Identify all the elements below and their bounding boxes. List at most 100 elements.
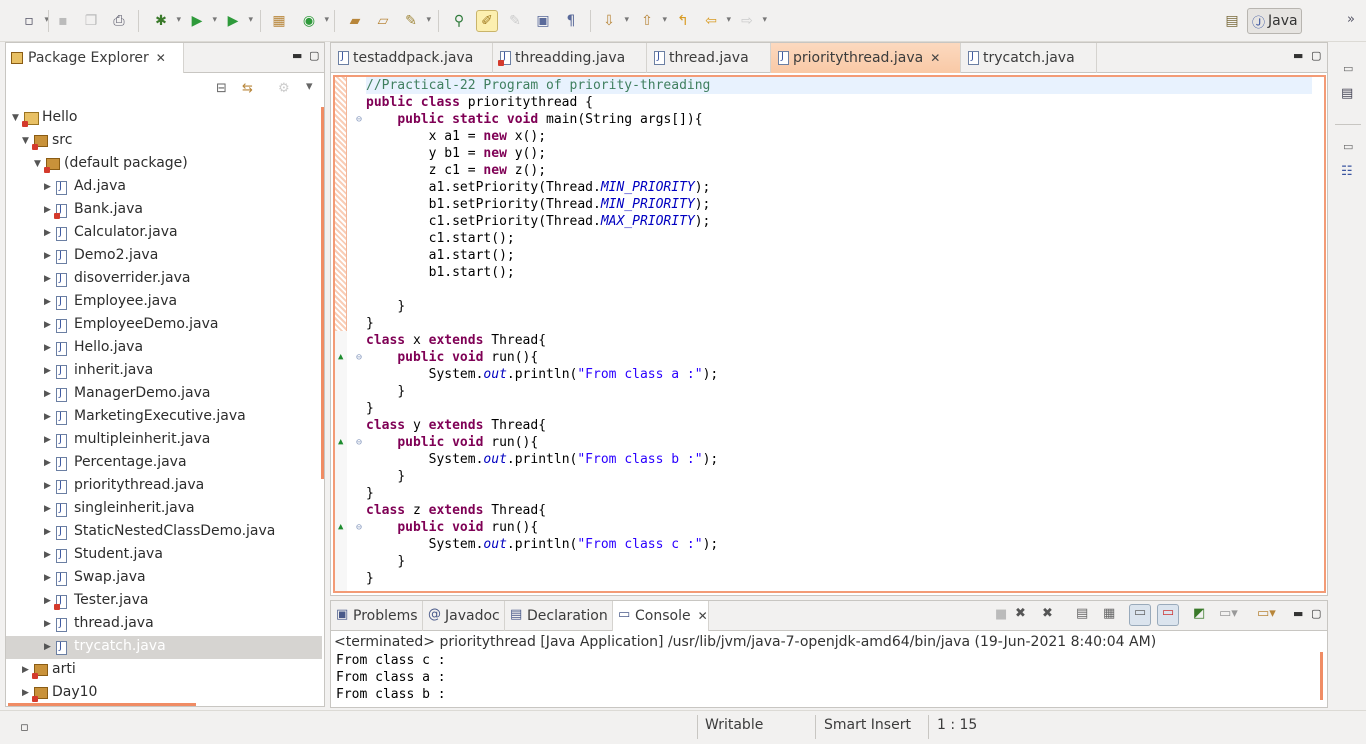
code-line-11[interactable]: a1.start(); — [366, 247, 1324, 264]
tree-item[interactable]: ▶ arti — [6, 659, 322, 682]
code-line-20[interactable]: } — [366, 400, 1324, 417]
tree-item[interactable]: ▶ Calculator.java — [6, 222, 322, 245]
console-output[interactable]: From class c : From class a : From class… — [333, 652, 1325, 704]
expand-right-icon[interactable]: ▶ — [44, 550, 51, 560]
save-icon[interactable]: ▪ — [52, 10, 74, 32]
expand-right-icon[interactable]: ▶ — [44, 458, 51, 468]
back-icon[interactable]: ⇦ — [700, 10, 731, 32]
tree-item[interactable]: ▶ multipleinherit.java — [6, 429, 322, 452]
code-line-26[interactable]: class z extends Thread{ — [366, 502, 1324, 519]
forward-icon[interactable]: ⇨ — [736, 10, 767, 32]
tree-item[interactable]: ▶ Percentage.java — [6, 452, 322, 475]
expand-right-icon[interactable]: ▶ — [44, 527, 51, 537]
minimize-icon[interactable]: ▬ — [292, 49, 302, 62]
maximize-icon[interactable]: ▢ — [1311, 607, 1321, 620]
run-external-icon[interactable]: ▶ — [222, 10, 253, 32]
prev-annotation-icon[interactable]: ⇧ — [636, 10, 667, 32]
code-line-14[interactable]: } — [366, 298, 1324, 315]
expand-right-icon[interactable]: ▶ — [44, 274, 51, 284]
open-perspective-icon[interactable]: ▤ — [1221, 10, 1243, 32]
code-line-1[interactable]: //Practical-22 Program of priority-threa… — [366, 77, 1324, 94]
override-marker-icon[interactable]: ▲ — [338, 434, 343, 451]
tree-item[interactable]: ▼ (default package) — [6, 153, 322, 176]
tree-item[interactable]: ▶ thread.java — [6, 613, 322, 636]
java-perspective-button[interactable]: Ⓙ Java — [1247, 8, 1302, 34]
code-line-25[interactable]: } — [366, 485, 1324, 502]
fast-view-icon[interactable]: ▫ — [20, 720, 29, 735]
code-line-2[interactable]: public class prioritythread { — [366, 94, 1324, 111]
code-line-12[interactable]: b1.start(); — [366, 264, 1324, 281]
show-on-stderr-icon[interactable]: ▭ — [1157, 604, 1179, 626]
editor-tab[interactable]: thread.java — [647, 43, 771, 73]
expand-right-icon[interactable]: ▶ — [44, 481, 51, 491]
expand-right-icon[interactable]: ▶ — [44, 596, 51, 606]
tree-item[interactable]: ▶ Student.java — [6, 544, 322, 567]
tree-item[interactable]: ▶ Bank.java — [6, 199, 322, 222]
override-marker-icon[interactable]: ▲ — [338, 519, 343, 536]
fold-icon[interactable]: ⊖ — [356, 519, 362, 536]
expand-right-icon[interactable]: ▶ — [44, 343, 51, 353]
code-line-21[interactable]: class y extends Thread{ — [366, 417, 1324, 434]
code-content[interactable]: //Practical-22 Program of priority-threa… — [338, 77, 1324, 591]
tree-item[interactable]: ▶ disoverrider.java — [6, 268, 322, 291]
code-line-24[interactable]: } — [366, 468, 1324, 485]
code-line-18[interactable]: System.out.println("From class a :"); — [366, 366, 1324, 383]
maximize-icon[interactable]: ▢ — [309, 49, 319, 62]
code-line-15[interactable]: } — [366, 315, 1324, 332]
code-line-27[interactable]: ▲ ⊖ public void run(){ — [338, 519, 1324, 536]
last-edit-icon[interactable]: ↰ — [672, 10, 694, 32]
link-with-editor-icon[interactable]: ⇆ — [242, 81, 253, 96]
code-editor[interactable]: //Practical-22 Program of priority-threa… — [333, 75, 1326, 593]
tree-item[interactable]: ▶ Day10 — [6, 682, 322, 705]
expand-down-icon[interactable]: ▼ — [34, 159, 41, 169]
expand-right-icon[interactable]: ▶ — [44, 228, 51, 238]
scroll-lock-icon[interactable]: ▦ — [1103, 606, 1115, 621]
close-icon[interactable]: ✕ — [156, 51, 166, 65]
fold-icon[interactable]: ⊖ — [356, 111, 362, 128]
clear-console-icon[interactable]: ▤ — [1076, 606, 1088, 621]
open-console-icon[interactable]: ▭▾ — [1257, 606, 1276, 621]
terminate-icon[interactable]: ■ — [995, 607, 1007, 622]
tree-item[interactable]: ▶ MarketingExecutive.java — [6, 406, 322, 429]
paragraph-icon[interactable]: ¶ — [560, 10, 582, 32]
expand-right-icon[interactable]: ▶ — [44, 412, 51, 422]
new-class-icon[interactable]: ◉ — [298, 10, 329, 32]
tree-item[interactable]: ▶ Employee.java — [6, 291, 322, 314]
view-menu-icon[interactable]: ▾ — [306, 79, 313, 94]
next-annotation-icon[interactable]: ⇩ — [598, 10, 629, 32]
expand-right-icon[interactable]: ▶ — [44, 573, 51, 583]
expand-right-icon[interactable]: ▶ — [44, 366, 51, 376]
tree-item[interactable]: ▶ Hello.java — [6, 337, 322, 360]
expand-right-icon[interactable]: ▶ — [44, 297, 51, 307]
expand-right-icon[interactable]: ▶ — [22, 688, 29, 698]
expand-right-icon[interactable]: ▶ — [22, 665, 29, 675]
mark-occurrences-icon[interactable]: ✐ — [476, 10, 498, 32]
tree-item[interactable]: ▶ singleinherit.java — [6, 498, 322, 521]
editor-tab[interactable]: threadding.java — [493, 43, 647, 73]
code-line-9[interactable]: c1.setPriority(Thread.MAX_PRIORITY); — [366, 213, 1324, 230]
show-whitespace-icon[interactable]: ▣ — [532, 10, 554, 32]
minimize-icon[interactable]: ▬ — [1293, 49, 1303, 62]
expand-right-icon[interactable]: ▶ — [44, 389, 51, 399]
tree-item[interactable]: ▶ EmployeeDemo.java — [6, 314, 322, 337]
remove-all-launches-icon[interactable]: ✖ — [1042, 606, 1053, 621]
bottom-tab[interactable]: @ Javadoc — [423, 601, 505, 631]
code-line-8[interactable]: b1.setPriority(Thread.MIN_PRIORITY); — [366, 196, 1324, 213]
restore-icon[interactable]: ▭ — [1343, 140, 1353, 153]
debug-icon[interactable]: ✱ — [150, 10, 181, 32]
close-icon[interactable]: ✕ — [930, 51, 940, 65]
toggle-breakpoint-icon[interactable]: ⚲ — [448, 10, 470, 32]
code-line-23[interactable]: System.out.println("From class b :"); — [366, 451, 1324, 468]
override-marker-icon[interactable]: ▲ — [338, 349, 343, 366]
minimize-icon[interactable]: ▬ — [1293, 607, 1303, 620]
editor-tab[interactable]: prioritythread.java ✕ — [771, 43, 961, 73]
code-line-16[interactable]: class x extends Thread{ — [366, 332, 1324, 349]
pin-console-icon[interactable]: ◩ — [1193, 606, 1205, 621]
task-list-icon[interactable]: ▤ — [1341, 86, 1353, 101]
restore-icon[interactable]: ▭ — [1343, 62, 1353, 75]
tree-item[interactable]: ▶ Ad.java — [6, 176, 322, 199]
fold-icon[interactable]: ⊖ — [356, 434, 362, 451]
expand-down-icon[interactable]: ▼ — [12, 113, 19, 123]
maximize-icon[interactable]: ▢ — [1311, 49, 1321, 62]
search-icon[interactable]: ✎ — [400, 10, 431, 32]
